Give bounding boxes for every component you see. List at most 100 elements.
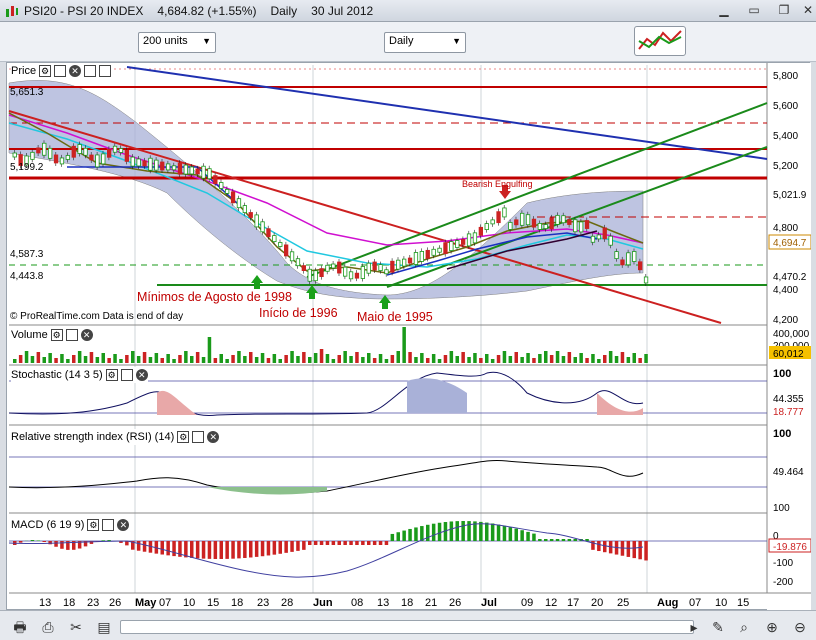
macd-bar	[508, 527, 513, 541]
units-dropdown[interactable]: 200 units ▼	[138, 32, 216, 53]
date-tick: 23	[257, 597, 269, 609]
candle	[354, 272, 360, 279]
close-icon[interactable]: ✕	[80, 329, 93, 341]
horizontal-scrollbar[interactable]	[120, 620, 694, 634]
date-tick: 10	[183, 597, 195, 609]
candle	[59, 157, 65, 165]
candle	[508, 222, 513, 230]
candle	[12, 152, 17, 158]
window-icon[interactable]	[120, 369, 133, 381]
candle	[573, 219, 578, 233]
candle	[490, 219, 495, 225]
candle	[124, 149, 129, 162]
printer-icon[interactable]: ⎙	[38, 617, 58, 637]
restore-button[interactable]: ❐	[772, 0, 796, 20]
volume-panel-header: Volume ⚙ ✕	[11, 327, 93, 343]
window-icon[interactable]	[192, 431, 205, 443]
volume-bar	[95, 357, 100, 363]
candle	[118, 148, 124, 153]
macd-panel: 100 0 -19.876 -100 -200	[8, 503, 812, 588]
volume-bar	[372, 358, 377, 363]
scroll-right-icon[interactable]: ▸	[684, 617, 704, 637]
date-tick: 08	[351, 597, 363, 609]
date-tick: 20	[591, 597, 603, 609]
candle	[195, 168, 200, 175]
document-icon[interactable]: ▤	[94, 617, 114, 637]
macd-bar	[337, 541, 341, 545]
volume-bar	[414, 357, 418, 363]
candle	[266, 228, 271, 238]
date-tick: 18	[63, 597, 75, 609]
price-tick: 5,021.9	[773, 190, 807, 201]
close-button[interactable]: ✕	[796, 0, 816, 20]
date-tick: 07	[159, 597, 171, 609]
candle	[71, 145, 76, 158]
price-tick: 4,800	[773, 223, 798, 234]
close-icon[interactable]: ✕	[135, 369, 148, 381]
date-tick: 07	[689, 597, 701, 609]
candle	[53, 154, 59, 164]
candle	[107, 148, 112, 158]
date-tick: 26	[449, 597, 461, 609]
close-icon[interactable]: ✕	[117, 519, 130, 531]
indicators-button[interactable]	[634, 26, 686, 56]
pencil-icon[interactable]: ✎	[708, 617, 728, 637]
macd-tick: 100	[773, 503, 790, 514]
zoom-in-icon[interactable]: ⊕	[762, 617, 782, 637]
print-icon[interactable]: 🖶	[10, 617, 30, 637]
minimize-button[interactable]: ▁	[712, 0, 736, 20]
wrench-icon[interactable]: ⚙	[177, 431, 190, 443]
volume-bar	[331, 359, 336, 363]
macd-tick: -100	[773, 558, 793, 569]
close-icon[interactable]: ✕	[69, 65, 82, 77]
save-icon[interactable]	[84, 65, 97, 77]
candle	[419, 251, 425, 262]
wrench-icon[interactable]: ⚙	[39, 65, 52, 77]
macd-bar	[219, 541, 223, 559]
candle	[567, 219, 572, 225]
candle	[289, 251, 295, 262]
scissors-icon[interactable]: ✂	[66, 617, 86, 637]
window-icon[interactable]	[102, 519, 115, 531]
zoom-out-icon[interactable]: ⊖	[790, 617, 810, 637]
macd-bar	[573, 539, 577, 541]
wrench-icon[interactable]: ⚙	[105, 369, 118, 381]
macd-panel-header: MACD (6 19 9) ⚙ ✕	[11, 517, 130, 533]
volume-bar	[349, 356, 353, 363]
volume-bar	[343, 351, 347, 363]
candle	[514, 219, 519, 226]
zoom-fit-icon[interactable]: ⌕	[734, 617, 754, 637]
maximize-button[interactable]: ▭	[742, 0, 766, 20]
candle	[101, 153, 106, 165]
volume-bar	[142, 352, 147, 363]
candle	[171, 165, 177, 171]
candle	[148, 157, 153, 171]
date-tick: 28	[281, 597, 293, 609]
level-label: 4,587.3	[10, 249, 44, 260]
macd-bar	[160, 541, 164, 555]
level-label: 5,199.2	[10, 162, 44, 173]
macd-bar	[266, 541, 271, 556]
period-dropdown[interactable]: Daily ▼	[384, 32, 466, 53]
chart-area[interactable]: Bearish Engulfing Mínimos de Agosto de 1…	[6, 62, 812, 611]
macd-bar	[18, 541, 23, 543]
wrench-icon[interactable]: ⚙	[87, 519, 100, 531]
volume-bar	[231, 355, 235, 363]
candle	[272, 235, 277, 243]
macd-bar	[496, 524, 501, 541]
close-icon[interactable]: ✕	[207, 431, 220, 443]
maximize-icon: ▭	[748, 3, 760, 17]
window-icon[interactable]	[65, 329, 78, 341]
volume-bar	[308, 357, 312, 363]
volume-bar	[473, 353, 477, 363]
macd-bar	[249, 541, 253, 558]
macd-label: MACD (6 19 9)	[11, 519, 85, 531]
wrench-icon[interactable]: ⚙	[50, 329, 63, 341]
window-icon[interactable]	[54, 65, 67, 77]
export-icon[interactable]	[99, 65, 112, 77]
volume-bar	[449, 351, 454, 363]
candle	[189, 166, 194, 175]
candle	[224, 189, 230, 194]
candle	[602, 227, 607, 240]
macd-bar	[532, 533, 536, 541]
